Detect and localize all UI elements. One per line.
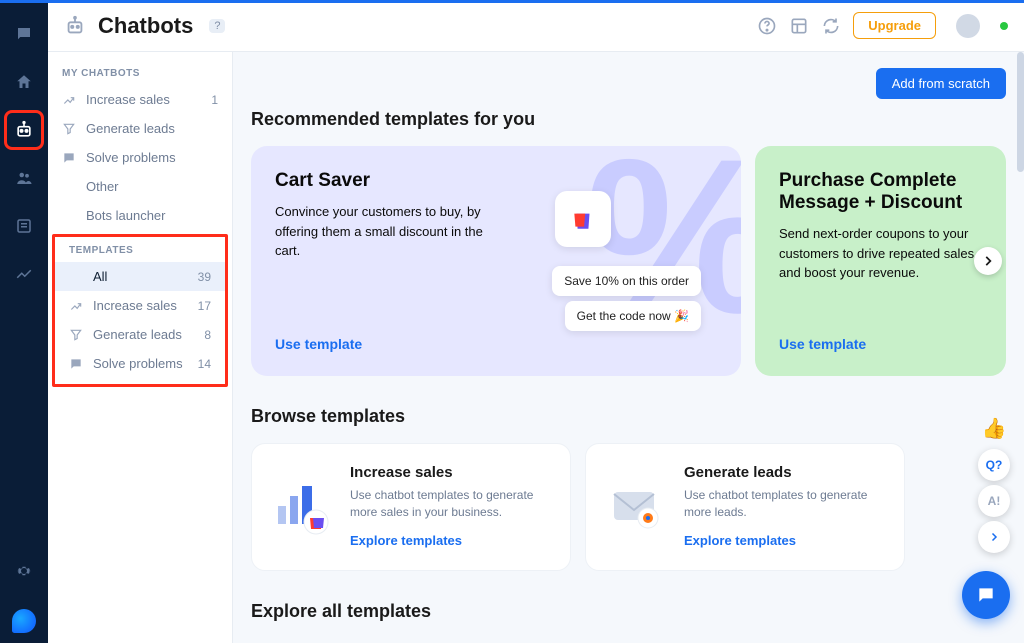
use-template-link[interactable]: Use template <box>779 336 982 352</box>
rec-card-desc: Send next-order coupons to your customer… <box>779 224 982 283</box>
help-circle-icon[interactable] <box>757 16 777 36</box>
sidebar-section-templates: TEMPLATES <box>55 239 225 262</box>
rec-card-title: Cart Saver <box>275 170 717 192</box>
solve-problems-icon <box>62 151 76 165</box>
sidebar-templates-all[interactable]: All 39 <box>55 262 225 291</box>
sidebar-item-count: 39 <box>198 270 211 284</box>
sidebar-templates-solve-problems[interactable]: Solve problems 14 <box>55 349 225 378</box>
nav-item-home[interactable] <box>10 68 38 96</box>
explore-all-heading: Explore all templates <box>251 601 1006 622</box>
widget-icon[interactable] <box>789 16 809 36</box>
rec-card-title: Purchase Complete Message + Discount <box>779 170 982 214</box>
help-next-button[interactable] <box>978 521 1010 553</box>
promo-chip-1: Save 10% on this order <box>552 266 701 296</box>
refresh-icon[interactable] <box>821 16 841 36</box>
sidebar-templates-increase-sales[interactable]: Increase sales 17 <box>55 291 225 320</box>
sidebar-my-generate-leads[interactable]: Generate leads <box>48 114 232 143</box>
brand-logo-icon[interactable] <box>12 609 36 633</box>
sidebar-item-label: Generate leads <box>93 327 182 342</box>
nav-item-visitors[interactable] <box>10 164 38 192</box>
nav-item-analytics[interactable] <box>10 260 38 288</box>
nav-item-chatbots[interactable] <box>10 116 38 144</box>
rec-card-desc: Convince your customers to buy, by offer… <box>275 202 495 261</box>
title-help-badge[interactable]: ? <box>209 19 225 33</box>
recommended-card-cart-saver[interactable]: % Cart Saver Convince your customers to … <box>251 146 741 376</box>
shopping-bag-icon <box>555 191 611 247</box>
sidebar-item-label: Other <box>86 179 119 194</box>
browse-card-title: Increase sales <box>350 464 550 481</box>
envelope-illustration-icon <box>606 476 668 538</box>
secondary-sidebar: MY CHATBOTS Increase sales 1 Generate le… <box>48 52 233 643</box>
avatar[interactable] <box>956 14 980 38</box>
nav-item-conversations[interactable] <box>10 20 38 48</box>
help-float-stack: 👍 Q? A! <box>978 420 1010 553</box>
chat-fab[interactable] <box>962 571 1010 619</box>
sidebar-item-label: All <box>93 269 107 284</box>
sidebar-item-count: 14 <box>198 357 211 371</box>
explore-templates-link[interactable]: Explore templates <box>350 533 462 548</box>
sidebar-templates-highlight: TEMPLATES All 39 Increase sales 17 Gener… <box>52 234 228 387</box>
browse-card-desc: Use chatbot templates to generate more l… <box>684 487 884 522</box>
recommended-carousel: % Cart Saver Convince your customers to … <box>251 146 1006 376</box>
bar-chart-illustration-icon <box>272 476 334 538</box>
sidebar-item-count: 17 <box>198 299 211 313</box>
analytics-icon <box>15 265 33 283</box>
sidebar-item-count: 1 <box>211 93 218 107</box>
upgrade-button[interactable]: Upgrade <box>853 12 936 39</box>
sidebar-item-count: 8 <box>204 328 211 342</box>
nav-rail <box>0 0 48 643</box>
promo-chip-2: Get the code now 🎉 <box>565 301 701 331</box>
generate-leads-icon <box>62 122 76 136</box>
scrollbar[interactable] <box>1017 52 1024 172</box>
increase-sales-icon <box>69 299 83 313</box>
sidebar-section-mychatbots: MY CHATBOTS <box>48 62 232 85</box>
sidebar-item-label: Solve problems <box>86 150 176 165</box>
increase-sales-icon <box>62 93 76 107</box>
robot-outline-icon <box>64 15 86 37</box>
add-from-scratch-button[interactable]: Add from scratch <box>876 68 1006 99</box>
sidebar-my-solve-problems[interactable]: Solve problems <box>48 143 232 172</box>
nav-item-settings[interactable] <box>10 557 38 585</box>
arrow-right-icon <box>981 254 995 268</box>
sidebar-item-label: Increase sales <box>93 298 177 313</box>
use-template-link[interactable]: Use template <box>275 336 717 352</box>
sidebar-item-label: Generate leads <box>86 121 175 136</box>
browse-card-generate-leads[interactable]: Generate leads Use chatbot templates to … <box>585 443 905 571</box>
sidebar-my-bots-launcher[interactable]: Bots launcher <box>48 201 232 230</box>
explore-templates-link[interactable]: Explore templates <box>684 533 796 548</box>
online-status-indicator <box>1000 22 1008 30</box>
recommended-card-purchase-complete[interactable]: Purchase Complete Message + Discount Sen… <box>755 146 1006 376</box>
inbox-icon <box>15 217 33 235</box>
chat-bubble-icon <box>15 25 33 43</box>
robot-icon <box>14 120 34 140</box>
recommended-heading: Recommended templates for you <box>251 109 1006 130</box>
people-icon <box>15 169 33 187</box>
sidebar-item-label: Increase sales <box>86 92 170 107</box>
sidebar-item-label: Bots launcher <box>86 208 166 223</box>
solve-problems-icon <box>69 357 83 371</box>
sidebar-item-label: Solve problems <box>93 356 183 371</box>
help-q-button[interactable]: Q? <box>978 449 1010 481</box>
arrow-right-icon <box>988 531 1000 543</box>
home-icon <box>15 73 33 91</box>
nav-item-inbox[interactable] <box>10 212 38 240</box>
carousel-next-button[interactable] <box>974 247 1002 275</box>
feedback-thumbs-up-icon[interactable]: 👍 <box>982 416 1007 441</box>
browse-heading: Browse templates <box>251 406 1006 427</box>
sidebar-templates-generate-leads[interactable]: Generate leads 8 <box>55 320 225 349</box>
header: Chatbots ? Upgrade <box>48 0 1024 52</box>
page-title: Chatbots <box>98 13 193 39</box>
gear-icon <box>15 562 33 580</box>
sidebar-my-other[interactable]: Other <box>48 172 232 201</box>
generate-leads-icon <box>69 328 83 342</box>
browse-card-title: Generate leads <box>684 464 884 481</box>
help-ai-button[interactable]: A! <box>978 485 1010 517</box>
content-area: Add from scratch Recommended templates f… <box>233 52 1024 643</box>
browse-card-desc: Use chatbot templates to generate more s… <box>350 487 550 522</box>
sidebar-my-increase-sales[interactable]: Increase sales 1 <box>48 85 232 114</box>
browse-card-increase-sales[interactable]: Increase sales Use chatbot templates to … <box>251 443 571 571</box>
chat-fill-icon <box>976 585 996 605</box>
